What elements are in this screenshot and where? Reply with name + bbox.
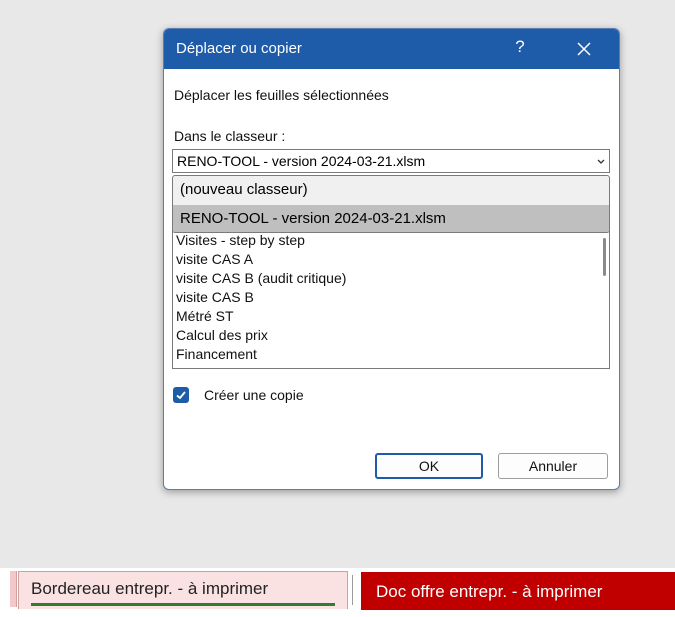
close-icon: [577, 42, 591, 56]
move-copy-dialog: Déplacer ou copier ? Déplacer les feuill…: [163, 28, 620, 490]
workbook-select[interactable]: RENO-TOOL - version 2024-03-21.xlsm: [172, 149, 610, 173]
help-button[interactable]: ?: [510, 37, 530, 57]
chevron-down-icon: [597, 159, 605, 164]
sheet-tab-bordereau[interactable]: Bordereau entrepr. - à imprimer: [18, 571, 348, 609]
workbook-label: Dans le classeur :: [174, 128, 285, 144]
dropdown-option-reno-tool[interactable]: RENO-TOOL - version 2024-03-21.xlsm: [173, 205, 609, 232]
sheet-tab-partial[interactable]: [10, 571, 17, 607]
sheets-listbox[interactable]: Visites - step by step visite CAS A visi…: [172, 221, 610, 369]
ok-button[interactable]: OK: [375, 453, 483, 479]
sheet-tab-label: Doc offre entrepr. - à imprimer: [376, 582, 603, 601]
sheet-tab-label: Bordereau entrepr. - à imprimer: [31, 579, 269, 598]
move-sheets-label: Déplacer les feuilles sélectionnées: [174, 87, 389, 103]
sheet-item[interactable]: visite CAS B (audit critique): [176, 269, 346, 288]
sheet-item[interactable]: Visites - step by step: [176, 231, 305, 250]
copy-checkbox-label[interactable]: Créer une copie: [204, 387, 304, 403]
dropdown-option-new-workbook[interactable]: (nouveau classeur): [173, 176, 609, 204]
cancel-button[interactable]: Annuler: [498, 453, 608, 479]
workbook-label-text: Dans le classeur :: [174, 128, 286, 144]
checkmark-icon: [176, 391, 186, 400]
workbook-dropdown-list: (nouveau classeur) RENO-TOOL - version 2…: [172, 175, 610, 233]
sheet-item[interactable]: visite CAS A: [176, 250, 253, 269]
dialog-titlebar: Déplacer ou copier ?: [164, 29, 619, 69]
sheet-tab-doc-offre[interactable]: Doc offre entrepr. - à imprimer: [361, 572, 675, 610]
workbook-select-value: RENO-TOOL - version 2024-03-21.xlsm: [177, 153, 426, 169]
sheet-item[interactable]: Financement: [176, 345, 257, 364]
dialog-title: Déplacer ou copier: [176, 40, 302, 57]
listbox-scrollbar[interactable]: [603, 238, 606, 276]
close-button[interactable]: [568, 33, 600, 65]
tab-separator: [352, 575, 353, 605]
copy-checkbox[interactable]: [173, 387, 189, 403]
active-tab-underline: [31, 603, 335, 606]
sheet-item[interactable]: visite CAS B: [176, 288, 254, 307]
sheet-item[interactable]: Métré ST: [176, 307, 234, 326]
sheet-item[interactable]: Calcul des prix: [176, 326, 268, 345]
